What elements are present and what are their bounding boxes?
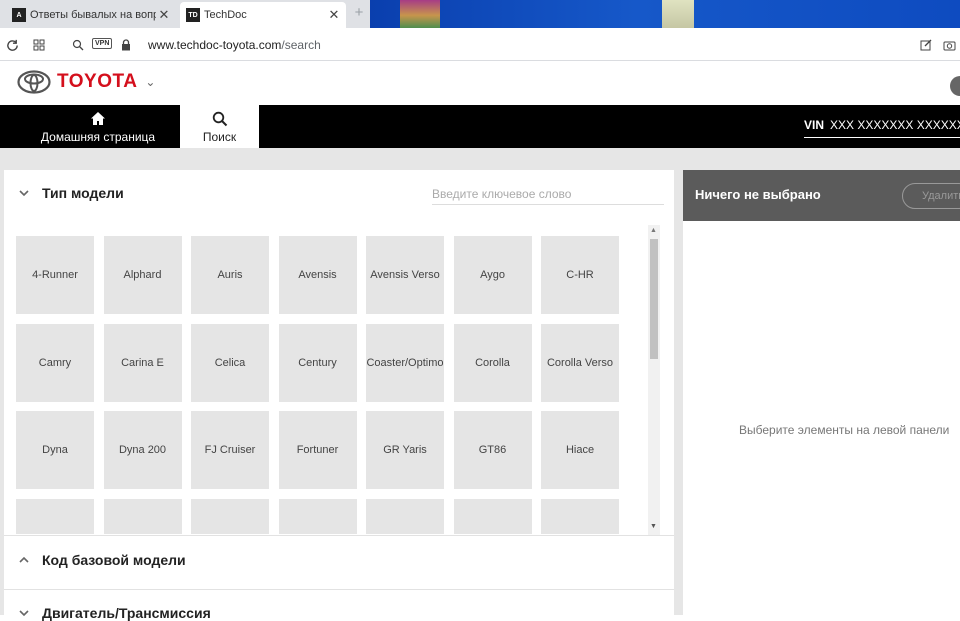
section-title: Двигатель/Трансмиссия [42, 605, 211, 621]
url-field[interactable]: www.techdoc-toyota.com/search [148, 38, 321, 52]
model-tile[interactable]: Aygo [453, 236, 532, 314]
vin-underline [804, 137, 960, 138]
nav-home[interactable]: Домашняя страница [28, 105, 168, 148]
model-tile[interactable]: FJ Cruiser [191, 411, 269, 489]
close-icon[interactable]: ✕ [326, 7, 342, 23]
model-tile[interactable]: Celica [191, 323, 269, 402]
model-tile[interactable]: GT86 [453, 411, 532, 489]
divider [4, 535, 674, 536]
techdoc-favicon-icon: TD [186, 8, 200, 22]
model-tile[interactable] [366, 498, 444, 534]
new-tab-icon[interactable]: + [352, 5, 366, 20]
model-tile[interactable] [278, 498, 357, 534]
main-nav: Домашняя страница Поиск VIN XXX XXXXXXX X… [0, 105, 960, 148]
brand-name: TOYOTA [57, 71, 138, 92]
browser-tab-strip: A Ответы бывалых на вопр ✕ TD TechDoc ✕ … [0, 0, 960, 28]
browser-tab-answers[interactable]: A Ответы бывалых на вопр ✕ [6, 2, 176, 28]
model-tile[interactable]: Camry [16, 323, 94, 402]
model-tile[interactable]: Coaster/Optimo [366, 323, 444, 402]
tab-title: Ответы бывалых на вопр [30, 9, 156, 21]
model-tile[interactable]: Fortuner [278, 411, 357, 489]
model-tile[interactable] [103, 498, 182, 534]
chevron-down-icon[interactable]: ⌄ [145, 75, 155, 89]
model-tile[interactable] [453, 498, 532, 534]
model-tile[interactable]: GR Yaris [366, 411, 444, 489]
site-favicon-icon: A [12, 8, 26, 22]
model-tile[interactable]: Dyna [16, 411, 94, 489]
model-tile[interactable]: Carina E [103, 323, 182, 402]
section-title: Тип модели [42, 185, 124, 201]
model-tile[interactable]: Avensis Verso [366, 236, 444, 314]
selection-panel-header: Ничего не выбрано Удалить [683, 170, 960, 221]
close-icon[interactable]: ✕ [156, 7, 172, 23]
site-header: TOYOTA ⌄ [0, 62, 960, 105]
chevron-up-icon [19, 556, 29, 563]
browser-tab-techdoc[interactable]: TD TechDoc ✕ [180, 2, 346, 28]
selection-status: Ничего не выбрано [695, 187, 821, 202]
model-tile[interactable]: Hiace [541, 411, 619, 489]
model-tile[interactable]: Century [278, 323, 357, 402]
nav-search-label: Поиск [202, 129, 237, 144]
empty-selection-hint: Выберите элементы на левой панели [739, 423, 950, 437]
model-tile[interactable]: Avensis [278, 236, 357, 314]
desktop-file-icon [662, 0, 694, 28]
scroll-down-icon[interactable]: ▼ [650, 523, 657, 530]
vin-label: VIN [804, 118, 825, 132]
section-title: Код базовой модели [42, 552, 186, 568]
toyota-logo[interactable]: TOYOTA ⌄ [17, 70, 155, 94]
model-tile[interactable]: Alphard [103, 236, 182, 314]
speed-dial-icon[interactable] [31, 37, 47, 53]
nav-search[interactable]: Поиск [180, 105, 259, 148]
model-tile[interactable] [541, 498, 619, 534]
search-icon[interactable] [70, 37, 86, 53]
toyota-emblem-icon [17, 70, 51, 94]
chevron-down-icon [19, 190, 29, 197]
lock-icon[interactable] [118, 37, 134, 53]
nav-home-label: Домашняя страница [40, 129, 156, 144]
model-tile[interactable]: Corolla Verso [541, 323, 619, 402]
section-base-model-code[interactable]: Код базовой модели [4, 552, 674, 568]
grid-scrollbar[interactable]: ▲ ▼ [648, 225, 660, 535]
model-tile[interactable]: C-HR [541, 236, 619, 314]
delete-button[interactable]: Удалить [902, 183, 960, 209]
home-icon [90, 110, 106, 128]
chevron-down-icon [19, 610, 29, 617]
filter-panel: Тип модели 4-RunnerAlphardAurisAvensisAv… [4, 170, 674, 621]
model-tile[interactable] [191, 498, 269, 534]
edit-icon[interactable] [918, 37, 934, 53]
model-tile[interactable]: Corolla [453, 323, 532, 402]
camera-icon[interactable] [941, 37, 957, 53]
tab-title: TechDoc [204, 9, 247, 21]
reload-icon[interactable] [4, 37, 20, 53]
scroll-up-icon[interactable]: ▲ [650, 227, 657, 234]
search-icon [212, 110, 228, 128]
desktop-app-icon [400, 0, 440, 28]
scrollbar-thumb[interactable] [650, 239, 658, 359]
divider [4, 589, 674, 590]
address-bar: VPN www.techdoc-toyota.com/search [0, 28, 960, 61]
model-tile[interactable]: Auris [191, 236, 269, 314]
vin-search[interactable]: VIN XXX XXXXXXX XXXXXX [804, 118, 960, 132]
model-tile[interactable]: Dyna 200 [103, 411, 182, 489]
selection-panel: Ничего не выбрано Удалить Выберите элеме… [683, 170, 960, 615]
user-avatar-icon[interactable] [950, 76, 960, 96]
vpn-badge[interactable]: VPN [92, 38, 113, 49]
vin-value: XXX XXXXXXX XXXXXX [830, 118, 960, 132]
model-tile[interactable]: 4-Runner [16, 236, 94, 314]
model-tile[interactable] [16, 498, 94, 534]
model-grid: 4-Runner Alphard Auris Avensis Avensis Verso… [16, 236, 648, 534]
keyword-search-input[interactable] [432, 183, 664, 205]
section-engine-transmission[interactable]: Двигатель/Трансмиссия [4, 605, 674, 621]
